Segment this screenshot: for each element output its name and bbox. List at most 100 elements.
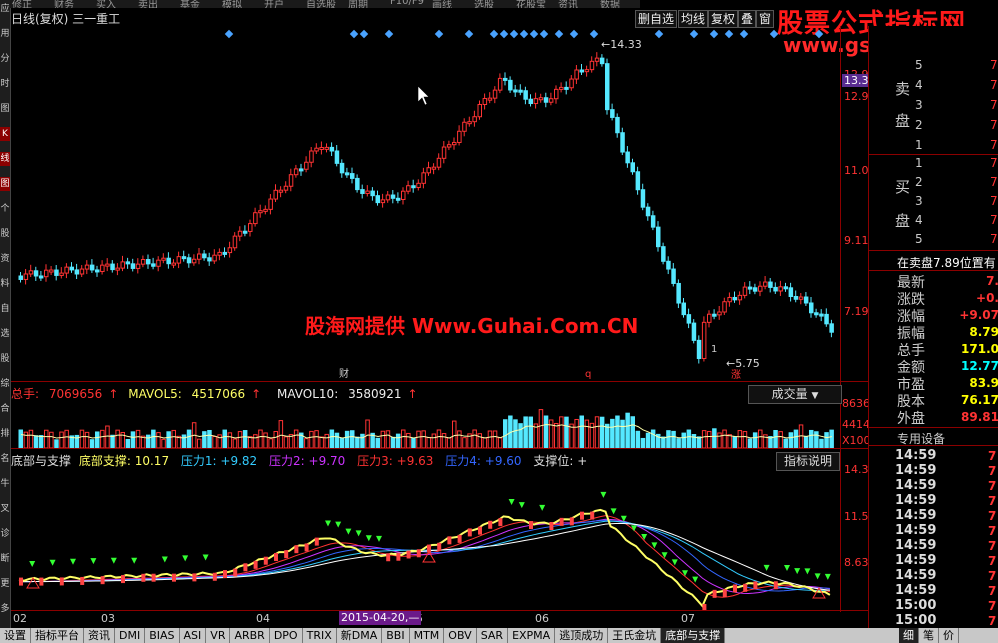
left-nav-item[interactable]: 用 [0, 27, 10, 41]
quote-divider [869, 427, 998, 428]
indicator-help-button[interactable]: 指标说明 [776, 452, 840, 471]
indicator-tab[interactable]: 指标平台 [31, 628, 84, 643]
menu-item[interactable]: 修正 [12, 0, 32, 8]
menu-item[interactable]: 数据 [600, 0, 620, 8]
corner-tab-trades[interactable]: 笔 [919, 628, 939, 643]
candle-body [436, 157, 442, 168]
left-nav-item[interactable]: 个 [0, 202, 10, 216]
indicator-tab[interactable]: BIAS [145, 628, 180, 643]
left-nav-item[interactable]: 合 [0, 402, 10, 416]
volume-bar [518, 423, 523, 448]
indicator-tab[interactable]: 资讯 [84, 628, 115, 643]
left-nav-item[interactable]: 牛 [0, 477, 10, 491]
menu-item[interactable]: 资讯 [558, 0, 578, 8]
left-nav-item[interactable]: K [0, 127, 10, 141]
left-nav-item[interactable]: 名 [0, 452, 10, 466]
indicator-tab[interactable]: MTM [410, 628, 445, 643]
volume-bar [676, 438, 681, 448]
left-nav-item[interactable]: 选 [0, 327, 10, 341]
candle [666, 256, 671, 275]
candle [120, 255, 125, 272]
corner-tab-price[interactable]: 价 [939, 628, 959, 643]
indicator-chart[interactable] [11, 470, 841, 610]
volume-dropdown-label: 成交量 [771, 387, 808, 401]
indicator-tab[interactable]: VR [206, 628, 231, 643]
menu-item[interactable]: 基金 [180, 0, 200, 8]
menu-item[interactable]: 画线 [432, 0, 452, 8]
y-label-9-11: 9.11 [844, 234, 869, 247]
menu-item[interactable]: 模拟 [222, 0, 242, 8]
left-nav-item[interactable]: 料 [0, 277, 10, 291]
indicator-tab[interactable]: ARBR [230, 628, 270, 643]
left-nav-item[interactable]: 资 [0, 252, 10, 266]
left-nav-item[interactable]: 多 [0, 602, 10, 616]
left-nav-item[interactable]: 线 [0, 152, 10, 166]
volume-bar [732, 436, 737, 448]
candle-body [406, 185, 411, 192]
menu-item[interactable]: 开户 [264, 0, 284, 8]
menu-item[interactable]: 买入 [96, 0, 116, 8]
candle [482, 93, 488, 110]
volume-bar [436, 429, 442, 448]
menu-item[interactable]: 自选股 [306, 0, 336, 8]
indicator-tab[interactable]: EXPMA [508, 628, 556, 643]
candle-body [176, 256, 182, 264]
x-label-06: 06 [535, 612, 549, 625]
indicator-tab[interactable]: 设置 [0, 628, 31, 643]
indicator-tab[interactable]: DPO [270, 628, 303, 643]
left-nav-item[interactable]: 分 [0, 52, 10, 66]
candle [559, 82, 564, 93]
left-nav-item[interactable]: 时 [0, 77, 10, 91]
tick-price: 7 [988, 554, 997, 568]
left-nav-item[interactable]: 股 [0, 352, 10, 366]
candle-body [273, 189, 278, 200]
left-nav-item[interactable]: 断 [0, 552, 10, 566]
indicator-tab[interactable]: 新DMA [337, 628, 383, 643]
candle [319, 141, 324, 155]
left-nav-item[interactable]: 排 [0, 427, 10, 441]
indicator-tab[interactable]: SAR [477, 628, 509, 643]
menu-item[interactable]: 花股宝 [516, 0, 546, 8]
left-nav-item[interactable]: 应 [0, 2, 10, 16]
left-nav-item[interactable]: 叉 [0, 502, 10, 516]
menu-item[interactable]: 周期 [348, 0, 368, 8]
menu-item[interactable]: 卖出 [138, 0, 158, 8]
y-label-7-19: 7.19 [844, 305, 869, 318]
signal-diamond [724, 29, 734, 39]
volume-bar [186, 429, 192, 448]
indicator-tab[interactable]: TRIX [303, 628, 337, 643]
menu-item[interactable]: F10/F9 [390, 0, 424, 7]
indicator-tab[interactable]: 逃顶成功 [555, 628, 609, 643]
candle [130, 258, 136, 272]
indicator-tab[interactable]: DMI [115, 628, 146, 643]
indicator-tab[interactable]: OBV [444, 628, 477, 643]
candle [768, 278, 773, 293]
corner-tab-detail[interactable]: 细 [899, 628, 919, 643]
candle-body [798, 296, 804, 300]
indicator-tab[interactable]: BBI [382, 628, 410, 643]
indicator-tab[interactable]: ASI [180, 628, 207, 643]
indicator-tab[interactable]: 底部与支撑 [661, 628, 726, 643]
left-nav-item[interactable]: 股 [0, 227, 10, 241]
candle [64, 263, 69, 279]
volume-bar [554, 423, 559, 448]
volume-chart[interactable] [11, 402, 841, 448]
volume-bar [64, 429, 69, 448]
left-nav-item[interactable]: 综 [0, 377, 10, 391]
left-nav-item[interactable]: 图 [0, 102, 10, 116]
candle-body [559, 86, 564, 90]
indicator-header: 底部与支撑 底部支撑: 10.17 压力1: +9.82 压力2: +9.70 … [11, 452, 587, 469]
menu-item[interactable]: 选股 [474, 0, 494, 8]
left-nav-item[interactable]: 图 [0, 177, 10, 191]
candle-body [819, 313, 824, 317]
up-bar [39, 577, 44, 586]
left-nav-item[interactable]: 更 [0, 577, 10, 591]
menu-item[interactable]: 财务 [54, 0, 74, 8]
candle-body [809, 302, 814, 314]
signal-diamond [529, 29, 539, 39]
left-nav-item[interactable]: 自 [0, 302, 10, 316]
indicator-tab[interactable]: 王氏金坑 [608, 628, 662, 643]
candle [752, 283, 758, 295]
left-nav-item[interactable]: 诊 [0, 527, 10, 541]
candle [676, 279, 681, 309]
